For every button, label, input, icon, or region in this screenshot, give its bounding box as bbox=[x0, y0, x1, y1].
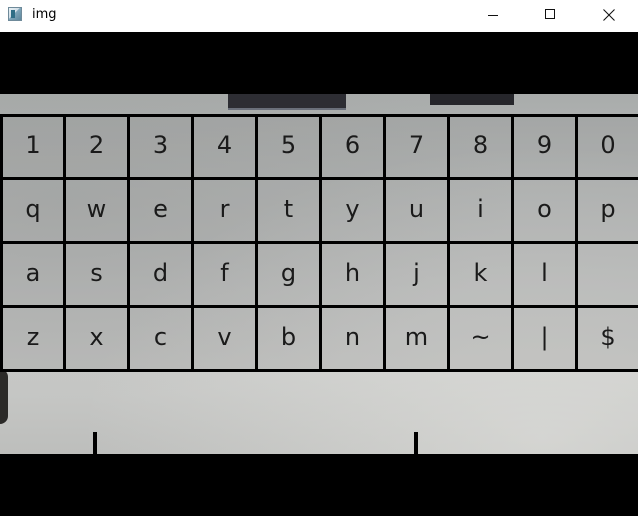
key-0-6[interactable]: 7 bbox=[383, 114, 450, 180]
title-bar[interactable]: img bbox=[0, 0, 642, 31]
key-label: a bbox=[25, 258, 41, 287]
key-label: d bbox=[152, 258, 169, 287]
key-0-9[interactable]: 0 bbox=[575, 114, 638, 180]
key-label: e bbox=[153, 194, 168, 223]
key-3-9[interactable]: $ bbox=[575, 305, 638, 372]
key-1-0[interactable]: q bbox=[0, 177, 66, 244]
key-label: 1 bbox=[25, 131, 41, 159]
close-icon bbox=[603, 9, 615, 21]
key-1-4[interactable]: t bbox=[255, 177, 322, 244]
key-3-5[interactable]: n bbox=[319, 305, 386, 372]
background-object bbox=[228, 94, 346, 110]
window-border bbox=[638, 32, 642, 517]
key-label: k bbox=[473, 258, 488, 287]
key-3-7[interactable]: ~ bbox=[447, 305, 514, 372]
key-label: j bbox=[413, 258, 420, 287]
key-label: l bbox=[541, 258, 548, 287]
key-1-5[interactable]: y bbox=[319, 177, 386, 244]
key-label: 5 bbox=[280, 131, 297, 159]
space-key[interactable] bbox=[93, 432, 418, 454]
key-2-8[interactable]: l bbox=[511, 241, 578, 308]
key-1-2[interactable]: e bbox=[127, 177, 194, 244]
key-label: 0 bbox=[600, 131, 616, 159]
key-0-4[interactable]: 5 bbox=[255, 114, 322, 180]
key-label: s bbox=[90, 258, 103, 287]
key-label: v bbox=[217, 322, 232, 351]
key-label: ~ bbox=[470, 322, 491, 351]
key-0-7[interactable]: 8 bbox=[447, 114, 514, 180]
key-label: c bbox=[153, 322, 168, 351]
key-1-3[interactable]: r bbox=[191, 177, 258, 244]
key-2-5[interactable]: h bbox=[319, 241, 386, 308]
key-label: m bbox=[404, 322, 429, 351]
app-window: img 1 2 3 4 5 6 7 8 9 0 q w e r t y u i o p a s d f g h j k l z x c v b n m… bbox=[0, 0, 642, 517]
key-label: p bbox=[600, 194, 616, 223]
key-label: w bbox=[86, 194, 107, 223]
key-label: 3 bbox=[152, 131, 169, 159]
minimize-button[interactable] bbox=[470, 0, 516, 31]
key-3-3[interactable]: v bbox=[191, 305, 258, 372]
key-3-6[interactable]: m bbox=[383, 305, 450, 372]
key-label: 4 bbox=[216, 131, 233, 159]
key-label: 9 bbox=[536, 131, 553, 159]
key-2-6[interactable]: j bbox=[383, 241, 450, 308]
background-object bbox=[0, 369, 8, 424]
key-3-1[interactable]: x bbox=[63, 305, 130, 372]
key-label: i bbox=[477, 194, 484, 223]
image-canvas[interactable]: 1 2 3 4 5 6 7 8 9 0 q w e r t y u i o p a s d f g h j k l z x c v b n m ~ | $ bbox=[0, 32, 638, 516]
key-label: 2 bbox=[88, 131, 105, 159]
key-2-0[interactable]: a bbox=[0, 241, 66, 308]
key-0-1[interactable]: 2 bbox=[63, 114, 130, 180]
key-1-1[interactable]: w bbox=[63, 177, 130, 244]
key-label: o bbox=[537, 194, 552, 223]
key-label: 8 bbox=[472, 131, 489, 159]
key-label: $ bbox=[600, 322, 616, 351]
key-0-3[interactable]: 4 bbox=[191, 114, 258, 180]
close-button[interactable] bbox=[586, 0, 632, 31]
key-label: 7 bbox=[408, 131, 425, 159]
key-label: y bbox=[345, 194, 360, 223]
key-0-5[interactable]: 6 bbox=[319, 114, 386, 180]
window-title: img bbox=[32, 7, 57, 22]
maximize-button[interactable] bbox=[528, 0, 574, 31]
background-object bbox=[430, 94, 514, 105]
key-label: n bbox=[344, 322, 361, 351]
key-label: | bbox=[540, 322, 549, 351]
app-icon bbox=[8, 7, 22, 21]
key-3-8[interactable]: | bbox=[511, 305, 578, 372]
key-2-1[interactable]: s bbox=[63, 241, 130, 308]
key-label: t bbox=[283, 194, 294, 223]
key-0-8[interactable]: 9 bbox=[511, 114, 578, 180]
key-label: z bbox=[26, 322, 40, 351]
key-label: f bbox=[220, 258, 229, 287]
key-2-4[interactable]: g bbox=[255, 241, 322, 308]
camera-feed: 1 2 3 4 5 6 7 8 9 0 q w e r t y u i o p a s d f g h j k l z x c v b n m ~ | $ bbox=[0, 94, 638, 454]
key-2-9[interactable] bbox=[575, 241, 638, 308]
key-2-2[interactable]: d bbox=[127, 241, 194, 308]
key-0-2[interactable]: 3 bbox=[127, 114, 194, 180]
key-1-7[interactable]: i bbox=[447, 177, 514, 244]
key-label: u bbox=[408, 194, 425, 223]
key-3-0[interactable]: z bbox=[0, 305, 66, 372]
key-2-3[interactable]: f bbox=[191, 241, 258, 308]
key-label: x bbox=[89, 322, 104, 351]
key-label: r bbox=[219, 194, 230, 223]
key-1-8[interactable]: o bbox=[511, 177, 578, 244]
key-label: q bbox=[25, 194, 41, 223]
key-1-6[interactable]: u bbox=[383, 177, 450, 244]
key-label: 6 bbox=[344, 131, 361, 159]
key-label: g bbox=[280, 258, 297, 287]
key-label: h bbox=[344, 258, 361, 287]
key-2-7[interactable]: k bbox=[447, 241, 514, 308]
key-3-2[interactable]: c bbox=[127, 305, 194, 372]
key-0-0[interactable]: 1 bbox=[0, 114, 66, 180]
key-1-9[interactable]: p bbox=[575, 177, 638, 244]
key-3-4[interactable]: b bbox=[255, 305, 322, 372]
key-label: b bbox=[280, 322, 297, 351]
